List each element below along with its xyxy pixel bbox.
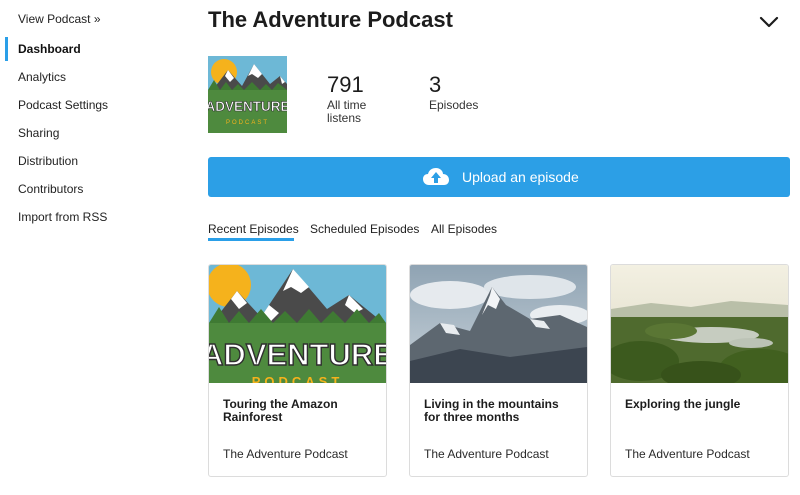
episodes-count: 3 bbox=[429, 72, 442, 97]
sidebar-item-dashboard[interactable]: Dashboard bbox=[18, 42, 81, 56]
sidebar-item-contributors[interactable]: Contributors bbox=[18, 182, 83, 196]
cloud-upload-icon bbox=[423, 168, 449, 185]
tab-all-episodes[interactable]: All Episodes bbox=[431, 222, 497, 236]
episode-2-title: Living in the mountains for three months bbox=[424, 397, 559, 424]
episode-3-title: Exploring the jungle bbox=[625, 397, 741, 411]
page-title: The Adventure Podcast bbox=[208, 7, 453, 32]
active-nav-indicator bbox=[5, 37, 8, 61]
episode-card-2[interactable]: Living in the mountains for three months… bbox=[409, 264, 588, 477]
jungle-photo bbox=[611, 265, 788, 383]
episode-1-thumbnail: ADVENTURE PODCAST bbox=[209, 265, 386, 383]
tab-recent-episodes[interactable]: Recent Episodes bbox=[208, 222, 299, 236]
sidebar-item-analytics[interactable]: Analytics bbox=[18, 70, 66, 84]
view-podcast-link[interactable]: View Podcast » bbox=[18, 12, 101, 26]
episode-card-1[interactable]: ADVENTURE PODCAST Touring the Amazon Rai… bbox=[208, 264, 387, 477]
episode-card-3[interactable]: Exploring the jungle The Adventure Podca… bbox=[610, 264, 789, 477]
cover-logo-word: ADVENTURE bbox=[208, 99, 287, 114]
upload-episode-label: Upload an episode bbox=[462, 169, 579, 185]
upload-episode-button[interactable]: Upload an episode bbox=[208, 157, 790, 197]
listens-label-line2: listens bbox=[327, 111, 362, 125]
listens-count: 791 bbox=[327, 72, 364, 97]
podcast-logo: ADVENTURE PODCAST bbox=[208, 56, 287, 133]
episode-2-thumbnail bbox=[410, 265, 587, 383]
sidebar-item-import-rss[interactable]: Import from RSS bbox=[18, 210, 107, 224]
episode-3-podcast-name: The Adventure Podcast bbox=[625, 447, 750, 461]
episode-1-podcast-name: The Adventure Podcast bbox=[223, 447, 348, 461]
episodes-label: Episodes bbox=[429, 98, 479, 112]
episode-2-podcast-name: The Adventure Podcast bbox=[424, 447, 549, 461]
episode-3-thumbnail bbox=[611, 265, 788, 383]
sidebar-item-podcast-settings[interactable]: Podcast Settings bbox=[18, 98, 108, 112]
podcast-cover-art: ADVENTURE PODCAST bbox=[208, 56, 287, 133]
sidebar-item-sharing[interactable]: Sharing bbox=[18, 126, 59, 140]
tab-scheduled-episodes[interactable]: Scheduled Episodes bbox=[310, 222, 419, 236]
episode-1-logo-subword: PODCAST bbox=[252, 374, 344, 383]
cover-logo-subword: PODCAST bbox=[226, 120, 269, 126]
sidebar-item-distribution[interactable]: Distribution bbox=[18, 154, 78, 168]
episode-1-logo-word: ADVENTURE bbox=[209, 337, 386, 372]
active-tab-indicator bbox=[208, 238, 294, 241]
episode-1-title: Touring the Amazon Rainforest bbox=[223, 397, 338, 424]
episode-1-logo-image: ADVENTURE PODCAST bbox=[209, 265, 386, 383]
chevron-down-icon[interactable] bbox=[758, 12, 780, 32]
mountain-photo bbox=[410, 265, 587, 383]
sidebar: View Podcast » Dashboard Analytics Podca… bbox=[0, 0, 190, 495]
